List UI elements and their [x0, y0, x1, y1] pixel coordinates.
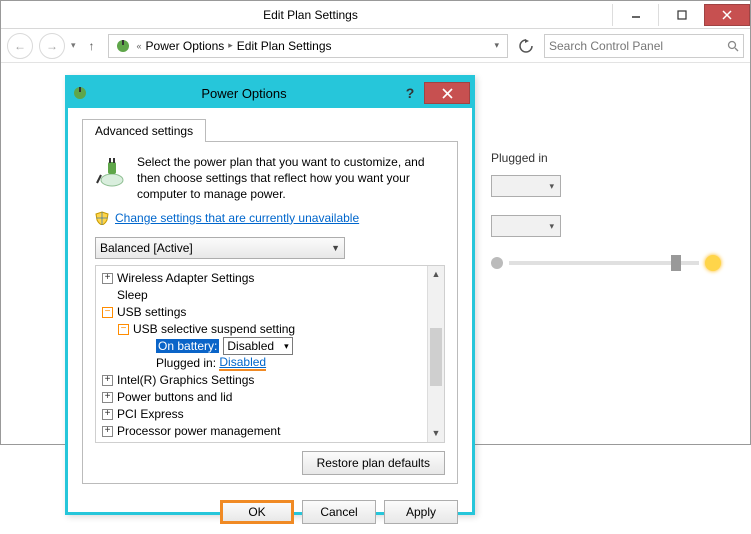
tree-item-intel-graphics[interactable]: +Intel(R) Graphics Settings — [96, 372, 427, 389]
expand-icon[interactable]: + — [102, 375, 113, 386]
recent-chevron-icon[interactable]: ▾ — [71, 40, 76, 51]
settings-tree: +Wireless Adapter Settings Sleep −USB se… — [95, 265, 445, 443]
cancel-button[interactable]: Cancel — [302, 500, 376, 524]
tree-item-pci-express[interactable]: +PCI Express — [96, 406, 427, 423]
refresh-button[interactable] — [514, 34, 538, 58]
slider-thumb[interactable] — [671, 255, 681, 271]
nav-bar: ← → ▾ ↑ « Power Options ▸ Edit Plan Sett… — [1, 29, 750, 63]
tree-item-plugged-in[interactable]: Plugged in: Disabled — [96, 355, 427, 372]
background-combo-2[interactable] — [491, 215, 561, 237]
power-plan-icon — [95, 154, 129, 190]
plugged-in-label: Plugged in: — [156, 356, 216, 370]
apply-button[interactable]: Apply — [384, 500, 458, 524]
power-plug-icon — [113, 36, 133, 56]
expand-icon[interactable]: + — [102, 426, 113, 437]
tab-strip: Advanced settings — [82, 118, 458, 141]
expand-icon[interactable]: + — [102, 409, 113, 420]
crumb-power-options[interactable]: Power Options — [146, 39, 225, 53]
restore-defaults-button[interactable]: Restore plan defaults — [302, 451, 445, 475]
tree-scrollbar[interactable]: ▲ ▼ — [427, 266, 444, 442]
on-battery-label: On battery: — [156, 339, 219, 353]
chevron-down-icon: ▼ — [331, 243, 340, 253]
expand-icon[interactable]: + — [102, 273, 113, 284]
ok-button[interactable]: OK — [220, 500, 294, 524]
up-button[interactable]: ↑ — [82, 36, 102, 56]
search-icon — [727, 40, 739, 52]
breadcrumb-chevron-icon[interactable]: ▾ — [494, 40, 499, 51]
uac-link[interactable]: Change settings that are currently unava… — [115, 211, 359, 225]
column-plugged-in: Plugged in — [491, 151, 721, 165]
dialog-close-button[interactable] — [424, 82, 470, 104]
window-title: Edit Plan Settings — [9, 8, 612, 22]
scroll-up-button[interactable]: ▲ — [428, 266, 444, 283]
plan-select-value: Balanced [Active] — [100, 241, 193, 255]
background-content: Plugged in — [491, 151, 721, 271]
breadcrumb[interactable]: « Power Options ▸ Edit Plan Settings ▾ — [108, 34, 508, 58]
forward-button[interactable]: → — [39, 33, 65, 59]
minimize-button[interactable] — [612, 4, 658, 26]
brightness-slider[interactable] — [491, 255, 721, 271]
brightness-low-icon — [491, 257, 503, 269]
chevron-down-icon: ▾ — [284, 341, 289, 352]
chevron-right-icon: ▸ — [228, 40, 233, 51]
search-input[interactable]: Search Control Panel — [544, 34, 744, 58]
title-bar: Edit Plan Settings — [1, 1, 750, 29]
collapse-icon[interactable]: − — [118, 324, 129, 335]
maximize-button[interactable] — [658, 4, 704, 26]
plan-select[interactable]: Balanced [Active] ▼ — [95, 237, 345, 259]
on-battery-combo[interactable]: Disabled▾ — [223, 337, 292, 355]
dialog-title-bar: Power Options ? — [68, 78, 472, 108]
back-button[interactable]: ← — [7, 33, 33, 59]
tree-item-sleep[interactable]: Sleep — [96, 287, 427, 304]
close-button[interactable] — [704, 4, 750, 26]
collapse-icon[interactable]: − — [102, 307, 113, 318]
power-options-dialog: Power Options ? Advanced settings Select… — [65, 75, 475, 515]
crumb-edit-plan[interactable]: Edit Plan Settings — [237, 39, 332, 53]
tree-item-wireless[interactable]: +Wireless Adapter Settings — [96, 270, 427, 287]
scroll-down-button[interactable]: ▼ — [428, 425, 444, 442]
expand-icon[interactable]: + — [102, 392, 113, 403]
tree-item-on-battery[interactable]: On battery: Disabled▾ — [96, 338, 427, 355]
dialog-title: Power Options — [92, 86, 396, 101]
scroll-thumb[interactable] — [430, 328, 442, 386]
dialog-app-icon — [68, 85, 92, 101]
shield-icon — [95, 211, 109, 225]
tab-advanced-settings[interactable]: Advanced settings — [82, 119, 206, 142]
help-button[interactable]: ? — [396, 85, 424, 101]
search-placeholder: Search Control Panel — [549, 39, 663, 53]
tab-panel: Select the power plan that you want to c… — [82, 141, 458, 484]
plugged-in-value[interactable]: Disabled — [219, 355, 266, 371]
background-combo-1[interactable] — [491, 175, 561, 197]
intro-text: Select the power plan that you want to c… — [137, 154, 445, 203]
tree-item-usb-selective-suspend[interactable]: −USB selective suspend setting — [96, 321, 427, 338]
tree-item-usb-settings[interactable]: −USB settings — [96, 304, 427, 321]
tree-item-processor-power[interactable]: +Processor power management — [96, 423, 427, 440]
tree-item-power-buttons[interactable]: +Power buttons and lid — [96, 389, 427, 406]
brightness-high-icon — [705, 255, 721, 271]
chevron-icon: « — [137, 41, 142, 51]
